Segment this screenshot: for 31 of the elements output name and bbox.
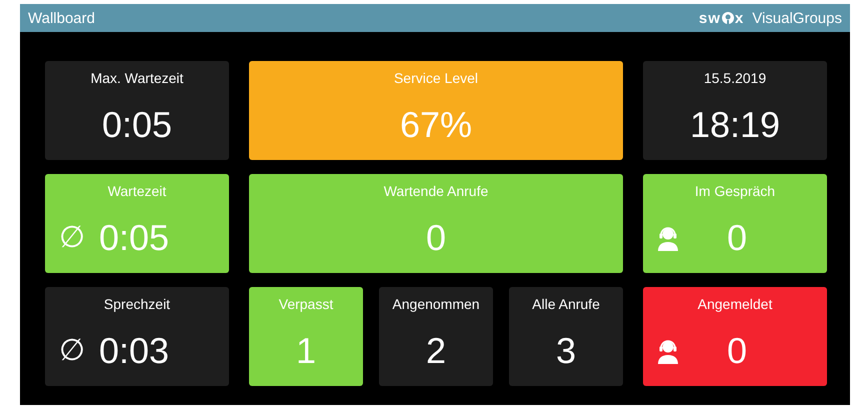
tile-title: Im Gespräch xyxy=(694,182,776,200)
headset-person-icon xyxy=(657,338,679,364)
tile-value: 18:19 xyxy=(690,103,780,147)
tile-title: Angenommen xyxy=(392,295,480,313)
tile-value: 67% xyxy=(400,103,472,147)
tile-title: Service Level xyxy=(394,69,478,87)
brand-name: VisualGroups xyxy=(752,10,842,26)
tile-title: Wartende Anrufe xyxy=(384,182,488,200)
tile-title: Wartezeit xyxy=(108,182,166,200)
average-symbol: ∅ xyxy=(59,220,86,256)
tile-value: 1 xyxy=(296,329,316,373)
tile-value: 0:05 xyxy=(99,216,170,260)
tile-title: Sprechzeit xyxy=(104,295,170,313)
window-title: Wallboard xyxy=(28,10,95,26)
tile-value: 0 xyxy=(727,329,748,373)
tile-value: 3 xyxy=(556,329,576,373)
tile-title: Alle Anrufe xyxy=(532,295,600,313)
tile-value: 0 xyxy=(727,216,748,260)
headset-person-icon xyxy=(657,225,679,251)
tile-value: 0:03 xyxy=(99,329,170,373)
logo-text: sw xyxy=(698,10,721,26)
tile-value: 0 xyxy=(426,216,446,260)
logo-icon xyxy=(720,11,735,25)
tile-value: 0:05 xyxy=(102,103,172,147)
tile-title: Max. Wartezeit xyxy=(90,69,184,87)
average-symbol: ∅ xyxy=(59,333,86,369)
tile-title: Angemeldet xyxy=(698,295,772,313)
tile-title: Verpasst xyxy=(278,295,334,313)
logo-text: x xyxy=(734,10,744,26)
tile-title: 15.5.2019 xyxy=(704,69,766,87)
tile-value: 2 xyxy=(426,329,446,373)
